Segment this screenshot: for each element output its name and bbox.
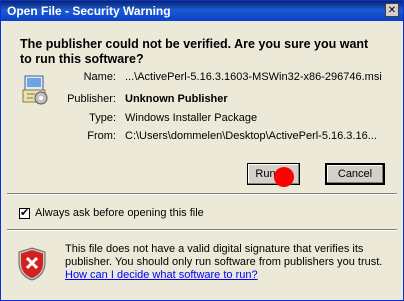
detail-label-type: Type:: [89, 112, 116, 124]
dialog-content: The publisher could not be verified. Are…: [1, 21, 403, 300]
help-link[interactable]: How can I decide what software to run?: [65, 269, 258, 281]
detail-value-publisher: Unknown Publisher: [125, 93, 228, 105]
security-warning-dialog: Open File - Security Warning ✕ The publi…: [0, 0, 404, 301]
installer-package-icon: [22, 75, 48, 105]
cancel-button[interactable]: Cancel: [325, 163, 385, 185]
detail-value-type: Windows Installer Package: [125, 112, 258, 124]
headline: The publisher could not be verified. Are…: [20, 37, 369, 66]
detail-value-from: C:\Users\dommelen\Desktop\ActivePerl-5.1…: [125, 130, 377, 142]
detail-label-name: Name:: [83, 71, 116, 83]
warning-text: This file does not have a valid digital …: [65, 243, 383, 268]
warning-message: This file does not have a valid digital …: [65, 243, 395, 282]
detail-label-from: From:: [87, 130, 116, 142]
always-ask-checkbox[interactable]: ✔: [19, 206, 30, 219]
title-bar[interactable]: Open File - Security Warning ✕: [1, 1, 403, 21]
click-marker: [274, 167, 294, 187]
cancel-button-label: Cancel: [337, 168, 373, 180]
checkmark-icon: ✔: [20, 206, 30, 219]
always-ask-label[interactable]: Always ask before opening this file: [35, 207, 204, 219]
close-icon: ✕: [387, 4, 397, 16]
detail-label-publisher: Publisher:: [67, 93, 116, 105]
close-button[interactable]: ✕: [385, 3, 399, 17]
divider: [7, 193, 397, 195]
run-button-label: Run: [255, 168, 276, 180]
window-title: Open File - Security Warning: [7, 4, 171, 18]
detail-value-name: ...\ActivePerl-5.16.3.1603-MSWin32-x86-2…: [125, 71, 382, 83]
divider: [7, 229, 397, 231]
shield-error-icon: [18, 247, 46, 281]
always-ask-checkbox-row[interactable]: ✔ Always ask before opening this file: [19, 207, 204, 219]
